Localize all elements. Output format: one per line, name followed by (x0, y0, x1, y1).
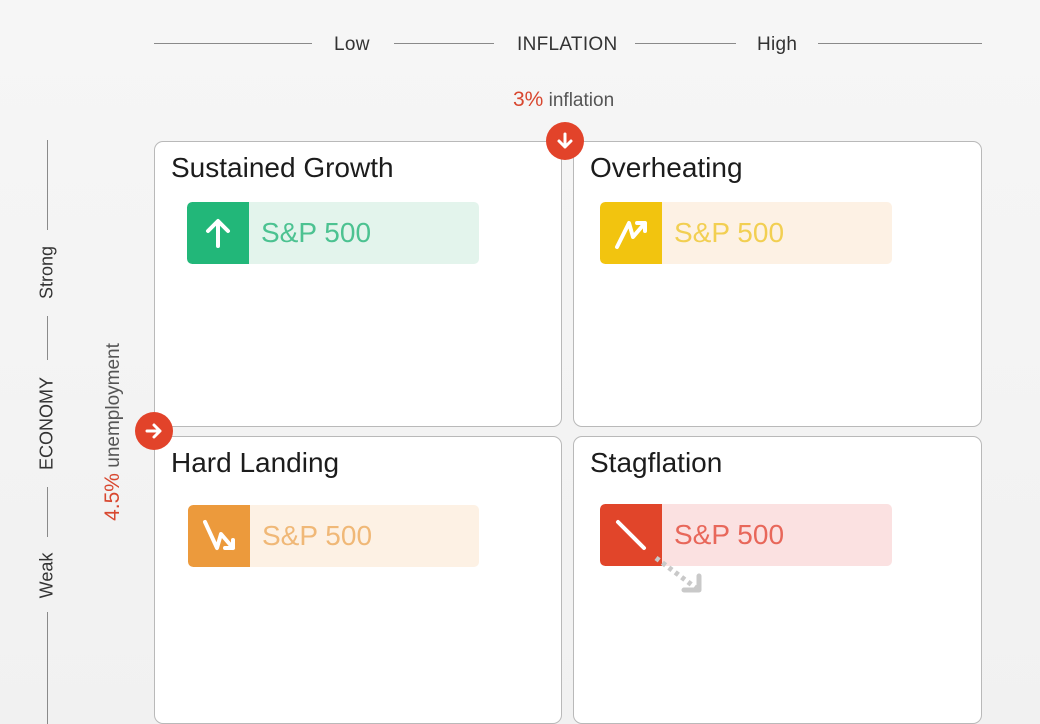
ticker-label: S&P 500 (261, 217, 372, 248)
inflation-axis-line-1 (154, 43, 312, 44)
economy-axis-title: ECONOMY (36, 377, 57, 471)
inflation-axis-line-3 (635, 43, 736, 44)
zigzag-down-arrow-icon (188, 505, 250, 567)
inflation-low-label: Low (334, 34, 370, 55)
sp500-badge: S&P 500 (188, 505, 479, 567)
quadrant-hard-landing: Hard Landing S&P 500 (154, 436, 562, 724)
quadrant-overheating: Overheating S&P 500 (573, 141, 982, 427)
dotted-trend-arrow-icon (654, 556, 702, 593)
ticker-label: S&P 500 (674, 519, 785, 550)
quadrant-title: Sustained Growth (171, 152, 394, 183)
arrow-up-icon (187, 202, 249, 264)
quadrant-sustained-growth: Sustained Growth S&P 500 (154, 141, 562, 427)
unemployment-threshold-marker (135, 412, 173, 450)
inflation-axis-line-4 (818, 43, 982, 44)
inflation-threshold-marker (546, 122, 584, 160)
unemployment-threshold-text: unemployment (103, 343, 124, 468)
unemployment-threshold-value: 4.5% (101, 473, 124, 521)
quadrant-title: Overheating (590, 152, 743, 183)
inflation-axis-line-2 (394, 43, 494, 44)
quadrant-title: Hard Landing (171, 447, 340, 478)
inflation-high-label: High (757, 34, 798, 55)
economy-axis-line-3 (47, 487, 48, 537)
zigzag-up-arrow-icon (600, 202, 662, 264)
sp500-badge: S&P 500 (600, 202, 892, 264)
quadrant-title: Stagflation (590, 447, 723, 478)
ticker-label: S&P 500 (674, 217, 785, 248)
arrow-down-icon (557, 132, 573, 149)
inflation-threshold-text: inflation (548, 90, 615, 111)
inflation-axis-title: INFLATION (517, 34, 618, 55)
economy-axis-line-4 (47, 612, 48, 724)
economy-axis-line-1 (47, 140, 48, 230)
sp500-badge: S&P 500 (187, 202, 479, 264)
economy-weak-label: Weak (36, 552, 57, 599)
economy-strong-label: Strong (36, 245, 57, 300)
inflation-threshold-value: 3% (513, 88, 544, 111)
arrow-right-icon (145, 423, 162, 439)
ticker-label: S&P 500 (262, 520, 373, 551)
sp500-badge: S&P 500 (600, 504, 892, 566)
economy-axis-line-2 (47, 316, 48, 360)
unemployment-threshold-label: 4.5% unemployment (101, 342, 125, 522)
quadrant-stagflation: Stagflation S&P 500 (573, 436, 982, 724)
inflation-threshold-label: 3% inflation (513, 88, 614, 112)
